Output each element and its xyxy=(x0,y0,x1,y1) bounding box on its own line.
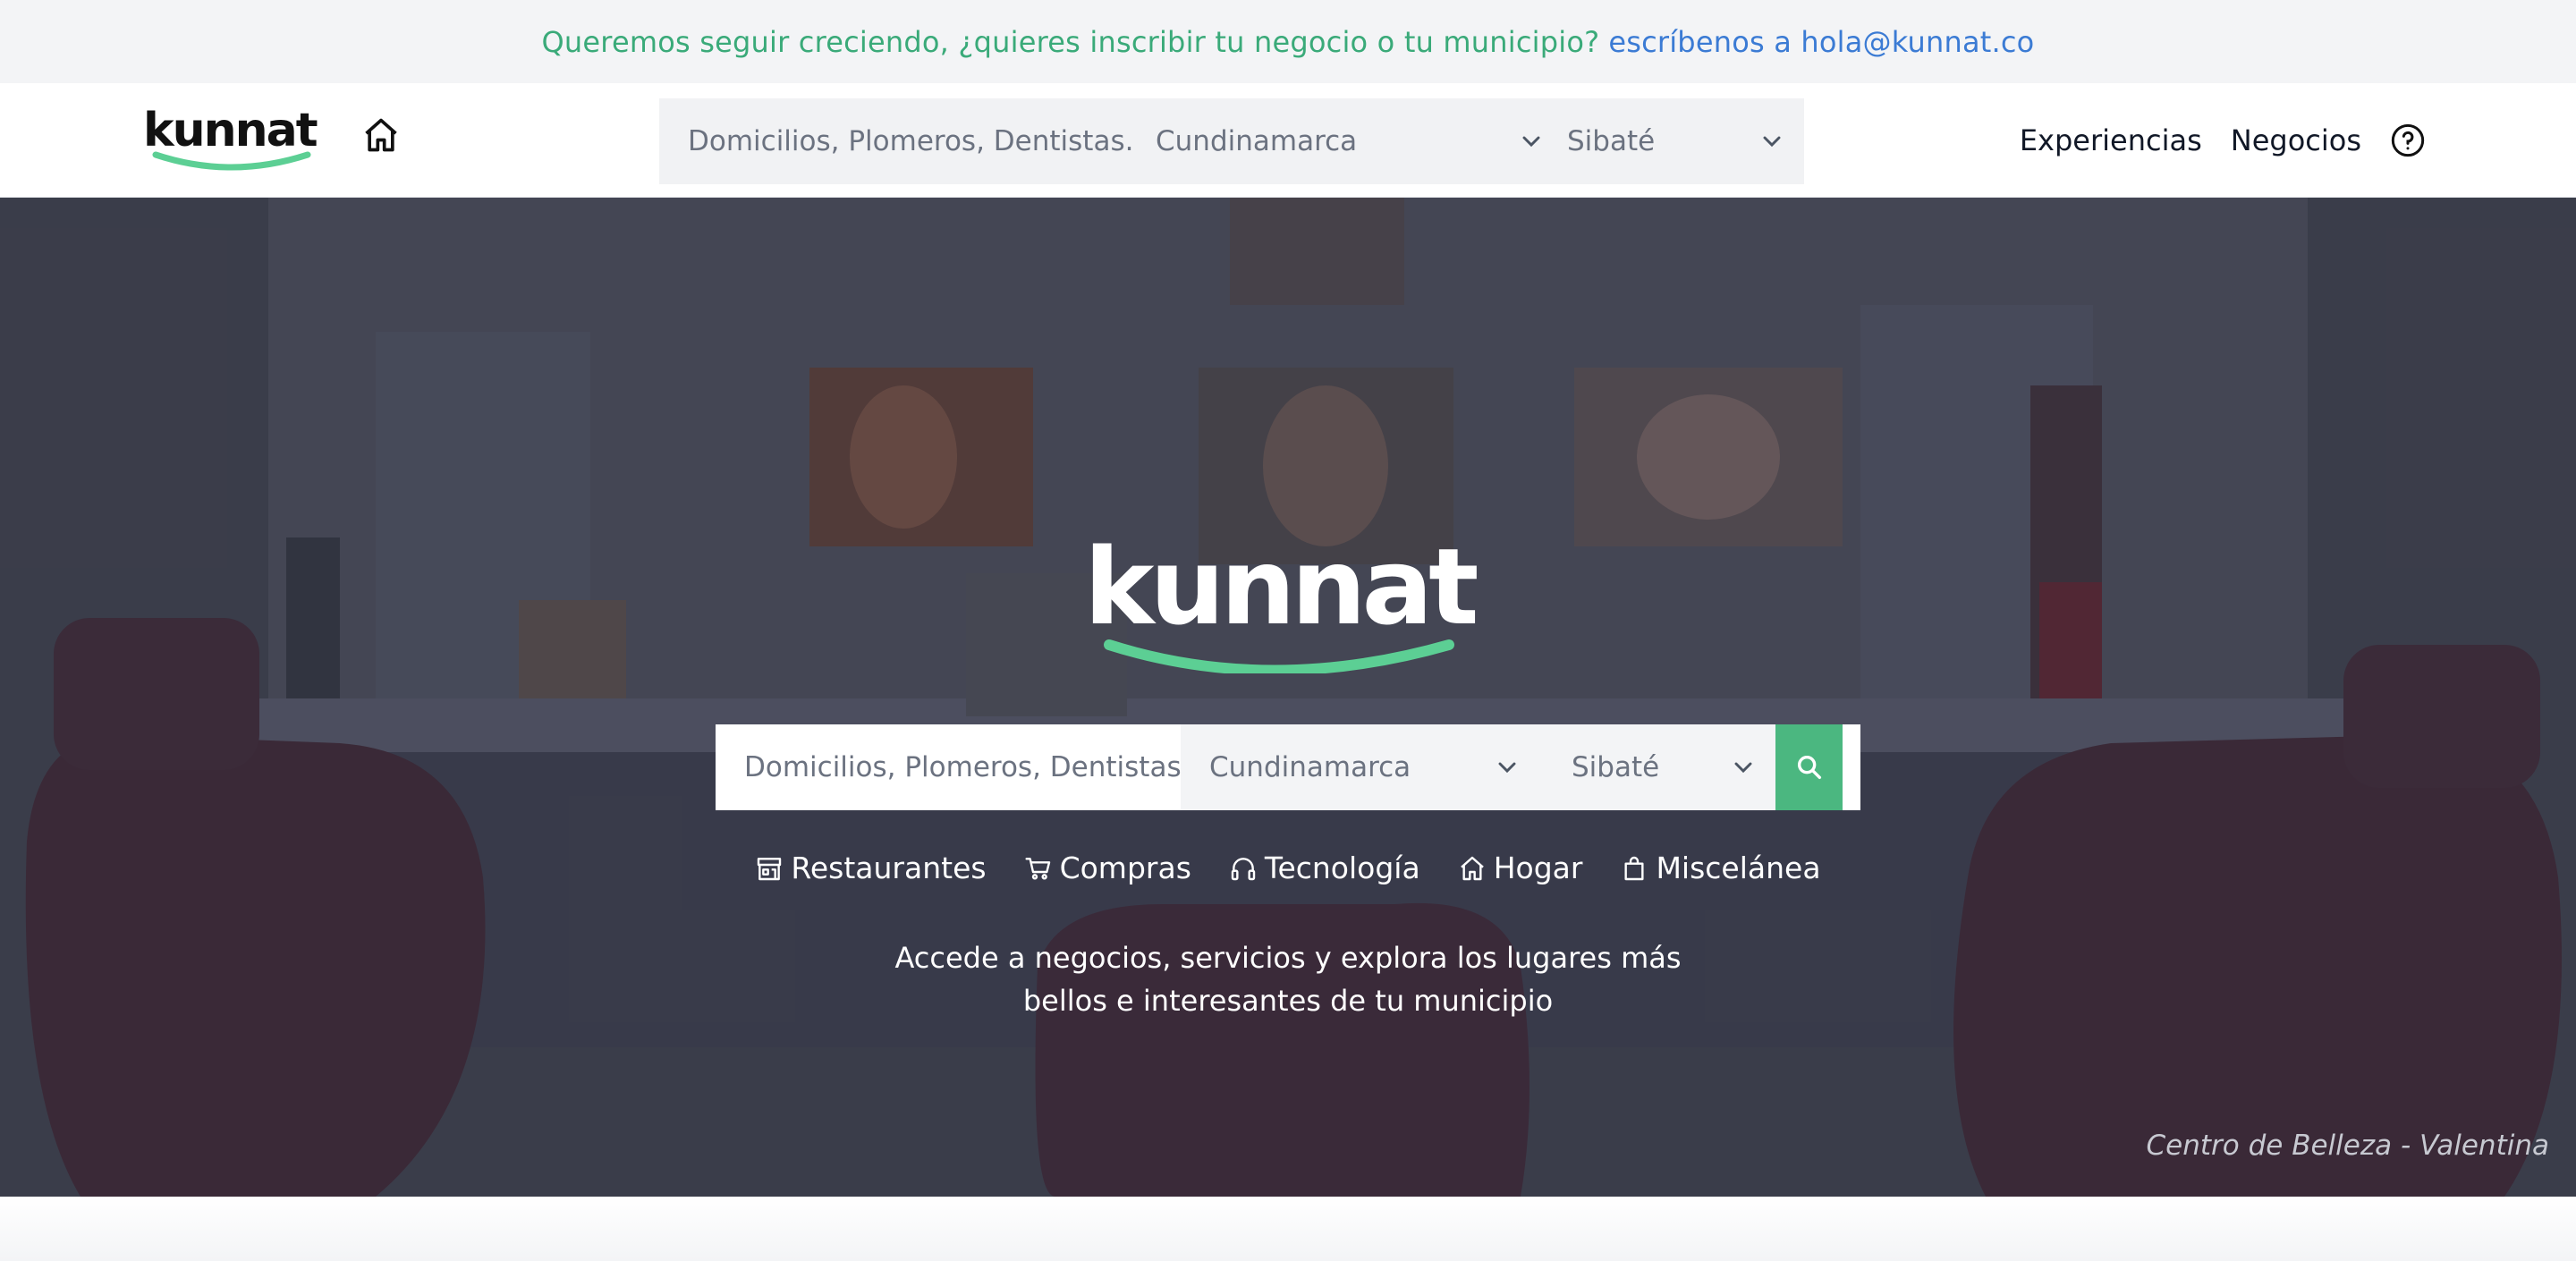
help-icon[interactable] xyxy=(2390,123,2426,158)
header-department-value: Cundinamarca xyxy=(1156,125,1358,157)
hero-search-bar: Cundinamarca Sibaté xyxy=(716,724,1860,810)
category-label: Compras xyxy=(1059,851,1191,885)
chevron-down-icon xyxy=(1734,762,1752,774)
hero-overlay xyxy=(0,198,2576,1197)
category-compras[interactable]: Compras xyxy=(1024,851,1191,885)
kunnat-hero-logo: kunnat xyxy=(1084,530,1481,673)
chevron-down-icon xyxy=(1763,136,1781,148)
chevron-down-icon xyxy=(1522,136,1540,148)
kunnat-logo[interactable]: kunnat xyxy=(141,103,326,174)
header-department-select[interactable]: Cundinamarca xyxy=(1156,98,1567,184)
headphones-icon xyxy=(1231,857,1256,880)
category-label: Restaurantes xyxy=(791,851,987,885)
search-button[interactable] xyxy=(1775,724,1843,810)
header-search-bar: Cundinamarca Sibaté xyxy=(659,98,1804,184)
search-icon xyxy=(1797,755,1821,780)
hero-section: kunnat Cundinamarca Sibaté Restaurantes xyxy=(0,198,2576,1197)
banner-contact-link[interactable]: escríbenos a hola@kunnat.co xyxy=(1608,25,2034,59)
store-icon xyxy=(758,857,782,880)
home-icon xyxy=(1460,856,1484,880)
hero-department-value: Cundinamarca xyxy=(1209,751,1411,783)
header-municipality-value: Sibaté xyxy=(1567,125,1656,157)
header-search-input[interactable] xyxy=(659,98,1156,184)
category-label: Tecnología xyxy=(1264,851,1420,885)
home-button[interactable] xyxy=(358,112,404,158)
announcement-banner: Queremos seguir creciendo, ¿quieres insc… xyxy=(0,0,2576,83)
hero-department-select[interactable]: Cundinamarca xyxy=(1181,724,1543,810)
category-restaurantes[interactable]: Restaurantes xyxy=(755,851,987,885)
chevron-down-icon xyxy=(1498,762,1516,774)
image-caption: Centro de Belleza - Valentina xyxy=(2146,1130,2549,1162)
category-hogar[interactable]: Hogar xyxy=(1458,851,1583,885)
category-label: Hogar xyxy=(1493,851,1583,885)
home-icon xyxy=(365,118,397,152)
tagline-line-1: Accede a negocios, servicios y explora l… xyxy=(894,941,1682,975)
category-links: Restaurantes Compras Tecnología Hogar Mi… xyxy=(0,851,2576,885)
banner-text: Queremos seguir creciendo, ¿quieres insc… xyxy=(541,24,1600,59)
nav-experiences-link[interactable]: Experiencias xyxy=(2020,123,2202,157)
hero-tagline: Accede a negocios, servicios y explora l… xyxy=(841,936,1735,1022)
category-tecnologia[interactable]: Tecnología xyxy=(1229,851,1420,885)
hero-municipality-value: Sibaté xyxy=(1572,751,1660,783)
hero-municipality-select[interactable]: Sibaté xyxy=(1543,724,1775,810)
site-header: kunnat Cundinamarca Sibaté Experiencias … xyxy=(0,83,2576,198)
cart-icon xyxy=(1025,857,1050,880)
category-label: Miscelánea xyxy=(1656,851,1821,885)
header-municipality-select[interactable]: Sibaté xyxy=(1567,98,1804,184)
nav-businesses-link[interactable]: Negocios xyxy=(2231,123,2361,157)
hero-search-input[interactable] xyxy=(716,724,1181,810)
tagline-line-2: bellos e interesantes de tu municipio xyxy=(1022,984,1554,1018)
bag-icon xyxy=(1624,856,1644,880)
hero-logo-text: kunnat xyxy=(1084,530,1477,648)
main-nav: Experiencias Negocios xyxy=(2020,83,2576,198)
content-section-start xyxy=(0,1197,2576,1261)
category-miscelanea[interactable]: Miscelánea xyxy=(1620,851,1821,885)
logo-text: kunnat xyxy=(143,104,318,157)
